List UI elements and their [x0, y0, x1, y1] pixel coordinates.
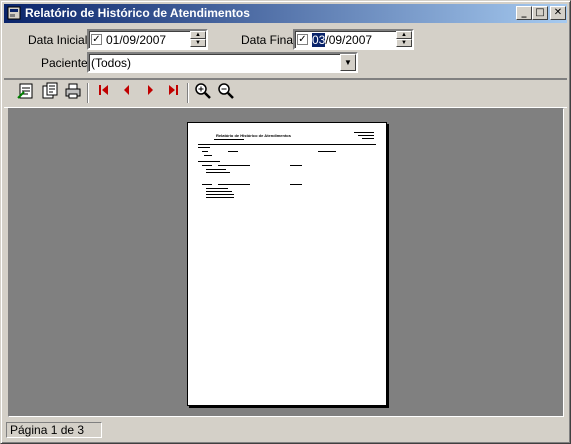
report-page-text-lines — [198, 132, 374, 198]
print-icon[interactable] — [62, 82, 84, 104]
minimize-icon: _ — [521, 7, 527, 18]
data-final-value-rest: /09/2007 — [325, 33, 373, 47]
report-page[interactable]: Relatório de Histórico de Atendimentos — [187, 122, 387, 406]
page-indicator: Página 1 de 3 — [6, 422, 102, 438]
spin-up-icon[interactable]: ▲ — [396, 31, 412, 39]
prev-page-icon[interactable] — [116, 82, 138, 104]
data-final-spinner[interactable]: ▲ ▼ — [396, 31, 412, 48]
toolbar-separator — [87, 83, 89, 103]
close-icon: ✕ — [553, 7, 563, 18]
toolbar-separator — [187, 83, 189, 103]
maximize-icon: □ — [535, 7, 545, 18]
data-inicial-checkbox[interactable]: ✓ — [91, 34, 102, 45]
maximize-button[interactable]: □ — [532, 6, 548, 20]
data-inicial-value: 01/09/2007 — [106, 33, 167, 47]
status-bar: Página 1 de 3 — [4, 422, 567, 440]
title-bar[interactable]: Relatório de Histórico de Atendimentos _… — [4, 4, 567, 23]
spin-down-icon[interactable]: ▼ — [396, 39, 412, 47]
report-window: Relatório de Histórico de Atendimentos _… — [0, 0, 571, 444]
data-inicial-label: Data Inicial: — [28, 33, 91, 47]
toolbar — [4, 78, 567, 108]
page-setup-icon[interactable] — [39, 82, 61, 104]
first-page-icon[interactable] — [93, 82, 115, 104]
data-inicial-picker[interactable]: ✓ 01/09/2007 ▲ ▼ — [87, 29, 208, 50]
data-final-checkbox[interactable]: ✓ — [297, 34, 308, 45]
app-icon — [7, 6, 21, 20]
data-final-picker[interactable]: ✓ 03/09/2007 ▲ ▼ — [293, 29, 414, 50]
zoom-out-icon[interactable] — [215, 82, 237, 104]
data-final-value: 03/09/2007 — [312, 33, 372, 47]
paciente-value: (Todos) — [91, 56, 132, 70]
data-final-label: Data Final: — [241, 33, 300, 47]
close-button[interactable]: ✕ — [550, 6, 566, 20]
paciente-combobox[interactable]: (Todos) ▼ — [87, 52, 358, 73]
zoom-in-icon[interactable] — [192, 82, 214, 104]
preview-area[interactable]: Relatório de Histórico de Atendimentos — [8, 108, 564, 417]
window-title: Relatório de Histórico de Atendimentos — [25, 6, 250, 20]
fit-page-icon[interactable] — [15, 82, 37, 104]
spin-up-icon[interactable]: ▲ — [190, 31, 206, 39]
paciente-label: Paciente: — [41, 56, 92, 70]
data-final-day-selected: 03 — [312, 33, 326, 47]
spin-down-icon[interactable]: ▼ — [190, 39, 206, 47]
last-page-icon[interactable] — [162, 82, 184, 104]
next-page-icon[interactable] — [139, 82, 161, 104]
data-inicial-spinner[interactable]: ▲ ▼ — [190, 31, 206, 48]
chevron-down-icon[interactable]: ▼ — [340, 54, 356, 71]
minimize-button[interactable]: _ — [516, 6, 532, 20]
